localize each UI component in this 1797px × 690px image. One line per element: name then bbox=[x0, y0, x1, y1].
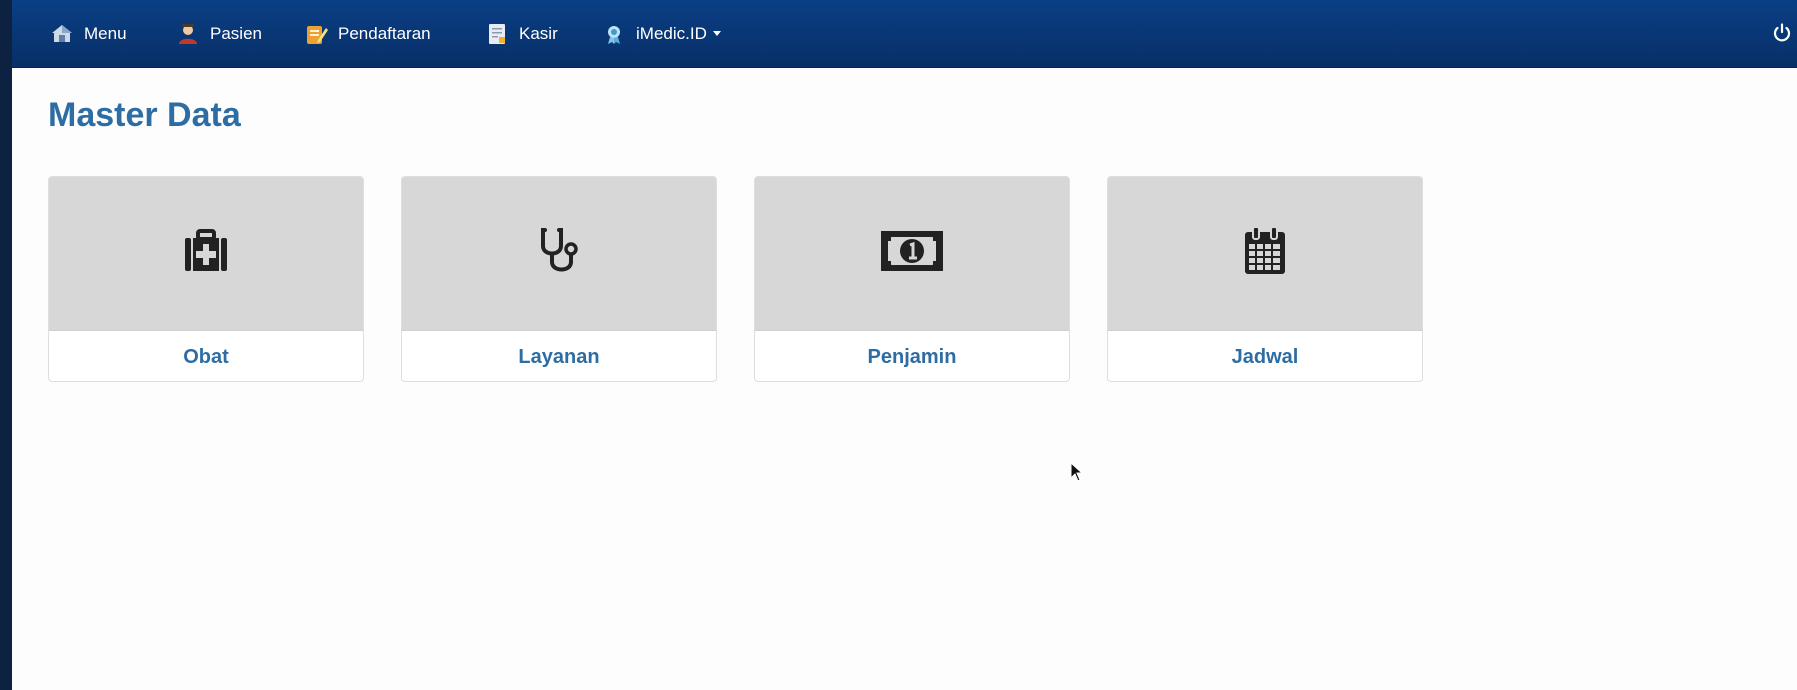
nav-pendaftaran-label: Pendaftaran bbox=[338, 23, 431, 43]
top-navbar: Menu Pasien Pendaftaran Kasir iMedic.ID bbox=[12, 0, 1797, 68]
card-thumbnail bbox=[1108, 177, 1422, 331]
card-thumbnail bbox=[49, 177, 363, 331]
nav-menu[interactable]: Menu bbox=[50, 0, 127, 68]
card-label: Penjamin bbox=[867, 345, 957, 368]
card-thumbnail bbox=[755, 177, 1069, 331]
nav-pasien-label: Pasien bbox=[210, 23, 262, 43]
nav-kasir-label: Kasir bbox=[519, 23, 558, 43]
card-label: Layanan bbox=[518, 345, 600, 368]
registration-icon bbox=[304, 22, 328, 46]
mouse-cursor-icon bbox=[1070, 461, 1084, 482]
stethoscope-icon bbox=[539, 226, 579, 281]
nav-pasien[interactable]: Pasien bbox=[176, 0, 262, 68]
card-thumbnail bbox=[402, 177, 716, 331]
nav-pendaftaran[interactable]: Pendaftaran bbox=[304, 0, 431, 68]
home-icon bbox=[50, 22, 74, 46]
app-window: Menu Pasien Pendaftaran Kasir iMedic.ID … bbox=[12, 0, 1797, 690]
card-penjamin[interactable]: Penjamin bbox=[754, 176, 1070, 382]
money-icon bbox=[880, 230, 944, 277]
nav-menu-label: Menu bbox=[84, 23, 127, 43]
chevron-down-icon bbox=[712, 31, 721, 36]
card-layanan[interactable]: Layanan bbox=[401, 176, 717, 382]
cashier-icon bbox=[485, 22, 509, 46]
nav-imedic-dropdown[interactable]: iMedic.ID bbox=[602, 0, 721, 68]
card-obat[interactable]: Obat bbox=[48, 176, 364, 382]
nav-kasir[interactable]: Kasir bbox=[485, 0, 558, 68]
card-label: Jadwal bbox=[1231, 345, 1299, 368]
medkit-icon bbox=[183, 229, 229, 278]
calendar-icon bbox=[1243, 226, 1287, 281]
page-title: Master Data bbox=[48, 96, 241, 134]
card-label: Obat bbox=[183, 345, 229, 368]
patient-icon bbox=[176, 22, 200, 46]
power-icon[interactable] bbox=[1771, 22, 1793, 44]
card-jadwal[interactable]: Jadwal bbox=[1107, 176, 1423, 382]
imedic-icon bbox=[602, 22, 626, 46]
nav-imedic-label: iMedic.ID bbox=[636, 23, 707, 43]
